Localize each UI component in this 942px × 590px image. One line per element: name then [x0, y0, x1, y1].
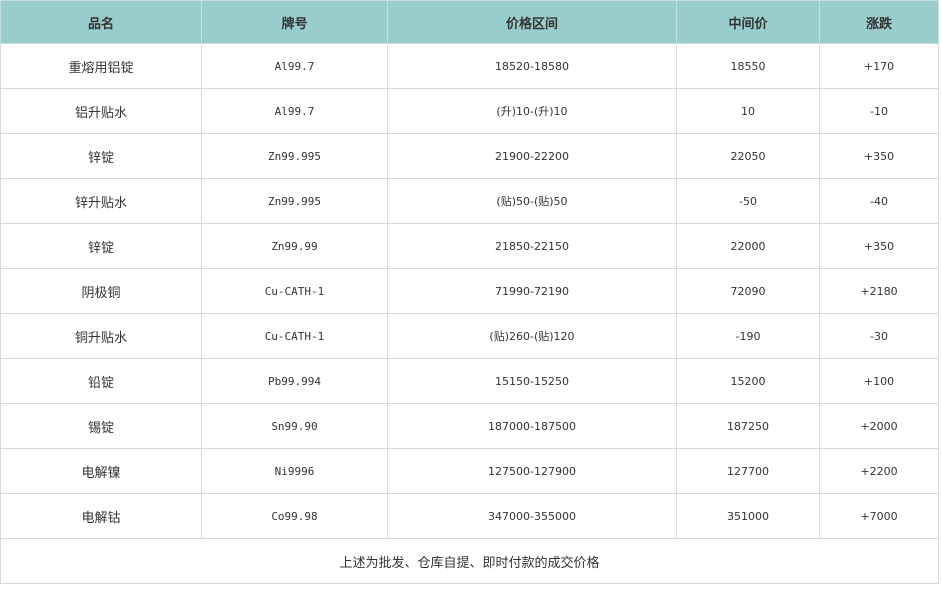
cell-price-range: 347000-355000 — [387, 493, 677, 539]
table-row: 铜升贴水 Cu-CATH-1 (贴)260-(贴)120 -190 -30 — [0, 313, 939, 359]
table-row: 铝升贴水 Al99.7 (升)10-(升)10 10 -10 — [0, 88, 939, 134]
cell-change: +170 — [819, 43, 939, 89]
cell-grade: Ni9996 — [201, 448, 388, 494]
cell-mid-price: 187250 — [676, 403, 820, 449]
table-footer: 上述为批发、仓库自提、即时付款的成交价格 — [0, 538, 939, 584]
cell-change: +2200 — [819, 448, 939, 494]
cell-name: 锡锭 — [0, 403, 202, 449]
cell-change: -10 — [819, 88, 939, 134]
header-price-range: 价格区间 — [387, 0, 677, 44]
cell-grade: Zn99.99 — [201, 223, 388, 269]
table-row: 阴极铜 Cu-CATH-1 71990-72190 72090 +2180 — [0, 268, 939, 314]
cell-price-range: (升)10-(升)10 — [387, 88, 677, 134]
cell-change: -40 — [819, 178, 939, 224]
table-row: 锌锭 Zn99.995 21900-22200 22050 +350 — [0, 133, 939, 179]
cell-change: +2000 — [819, 403, 939, 449]
header-name: 品名 — [0, 0, 202, 44]
table-row: 锌锭 Zn99.99 21850-22150 22000 +350 — [0, 223, 939, 269]
cell-price-range: 18520-18580 — [387, 43, 677, 89]
table-body: 重熔用铝锭 Al99.7 18520-18580 18550 +170 铝升贴水 Al99.… — [0, 43, 939, 539]
cell-name: 阴极铜 — [0, 268, 202, 314]
cell-price-range: 71990-72190 — [387, 268, 677, 314]
cell-price-range: 21850-22150 — [387, 223, 677, 269]
cell-name: 铅锭 — [0, 358, 202, 404]
cell-name: 重熔用铝锭 — [0, 43, 202, 89]
cell-price-range: 15150-15250 — [387, 358, 677, 404]
cell-price-range: 187000-187500 — [387, 403, 677, 449]
cell-name: 锌锭 — [0, 133, 202, 179]
table-row: 锌升贴水 Zn99.995 (贴)50-(贴)50 -50 -40 — [0, 178, 939, 224]
price-table: 品名 牌号 价格区间 中间价 涨跌 重熔用铝锭 Al99.7 18520-18580… — [0, 0, 939, 584]
cell-name: 电解钴 — [0, 493, 202, 539]
cell-change: +350 — [819, 223, 939, 269]
table-row: 电解镍 Ni9996 127500-127900 127700 +2200 — [0, 448, 939, 494]
footnote: 上述为批发、仓库自提、即时付款的成交价格 — [0, 538, 939, 584]
cell-grade: Pb99.994 — [201, 358, 388, 404]
cell-mid-price: 15200 — [676, 358, 820, 404]
cell-grade: Cu-CATH-1 — [201, 268, 388, 314]
header-row: 品名 牌号 价格区间 中间价 涨跌 — [0, 0, 939, 44]
cell-change: +350 — [819, 133, 939, 179]
cell-mid-price: 22000 — [676, 223, 820, 269]
cell-name: 铝升贴水 — [0, 88, 202, 134]
cell-name: 锌锭 — [0, 223, 202, 269]
cell-change: +7000 — [819, 493, 939, 539]
header-grade: 牌号 — [201, 0, 388, 44]
footnote-row: 上述为批发、仓库自提、即时付款的成交价格 — [0, 538, 939, 584]
cell-price-range: (贴)50-(贴)50 — [387, 178, 677, 224]
cell-grade: Co99.98 — [201, 493, 388, 539]
cell-change: +100 — [819, 358, 939, 404]
cell-mid-price: 22050 — [676, 133, 820, 179]
cell-grade: Al99.7 — [201, 88, 388, 134]
table-row: 铅锭 Pb99.994 15150-15250 15200 +100 — [0, 358, 939, 404]
cell-change: +2180 — [819, 268, 939, 314]
cell-name: 锌升贴水 — [0, 178, 202, 224]
table-row: 重熔用铝锭 Al99.7 18520-18580 18550 +170 — [0, 43, 939, 89]
cell-name: 电解镍 — [0, 448, 202, 494]
cell-mid-price: 72090 — [676, 268, 820, 314]
cell-mid-price: 10 — [676, 88, 820, 134]
cell-mid-price: 127700 — [676, 448, 820, 494]
header-mid-price: 中间价 — [676, 0, 820, 44]
table-row: 锡锭 Sn99.90 187000-187500 187250 +2000 — [0, 403, 939, 449]
cell-mid-price: 351000 — [676, 493, 820, 539]
table-header: 品名 牌号 价格区间 中间价 涨跌 — [0, 0, 939, 44]
cell-mid-price: -190 — [676, 313, 820, 359]
cell-grade: Sn99.90 — [201, 403, 388, 449]
cell-grade: Zn99.995 — [201, 178, 388, 224]
cell-grade: Al99.7 — [201, 43, 388, 89]
cell-price-range: 127500-127900 — [387, 448, 677, 494]
cell-mid-price: -50 — [676, 178, 820, 224]
table-row: 电解钴 Co99.98 347000-355000 351000 +7000 — [0, 493, 939, 539]
cell-mid-price: 18550 — [676, 43, 820, 89]
cell-price-range: 21900-22200 — [387, 133, 677, 179]
cell-price-range: (贴)260-(贴)120 — [387, 313, 677, 359]
header-change: 涨跌 — [819, 0, 939, 44]
cell-grade: Cu-CATH-1 — [201, 313, 388, 359]
cell-name: 铜升贴水 — [0, 313, 202, 359]
cell-change: -30 — [819, 313, 939, 359]
cell-grade: Zn99.995 — [201, 133, 388, 179]
